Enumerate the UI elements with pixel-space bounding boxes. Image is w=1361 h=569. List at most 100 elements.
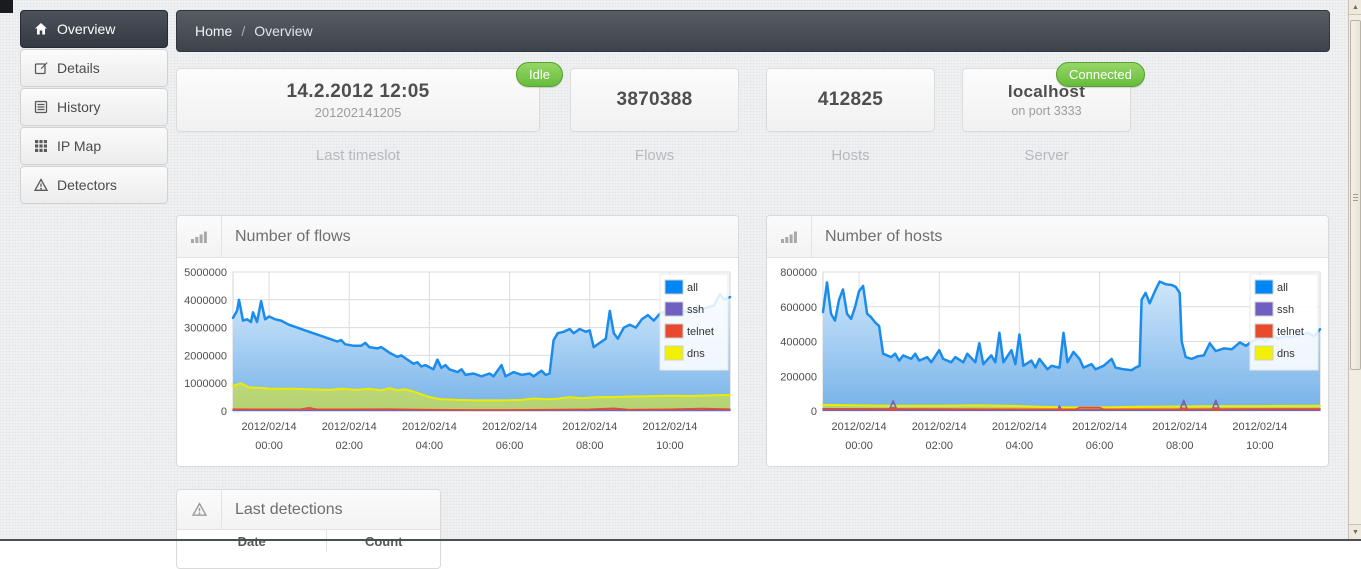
svg-text:0: 0 — [221, 406, 227, 418]
panel-title: Number of flows — [235, 227, 351, 245]
sidebar-item-details[interactable]: Details — [20, 49, 168, 87]
panel-header: Number of flows — [177, 216, 738, 258]
svg-text:all: all — [1277, 282, 1288, 294]
svg-text:400000: 400000 — [780, 337, 817, 349]
svg-text:2012/02/14: 2012/02/14 — [992, 421, 1047, 433]
svg-text:00:00: 00:00 — [845, 440, 873, 452]
sidebar-item-ip-map[interactable]: IP Map — [20, 127, 168, 165]
stat-label: Last timeslot — [315, 147, 401, 164]
sidebar-item-label: Details — [57, 60, 100, 76]
breadcrumb-home-link[interactable]: Home — [195, 23, 232, 39]
sidebar-item-label: Overview — [57, 21, 116, 37]
svg-text:1000000: 1000000 — [184, 378, 227, 390]
sidebar-item-overview[interactable]: Overview — [20, 10, 168, 48]
panel-header: Number of hosts — [767, 216, 1328, 258]
sidebar-item-label: IP Map — [57, 138, 102, 154]
scrollbar-grip — [1353, 193, 1358, 201]
home-icon — [35, 23, 47, 35]
svg-text:08:00: 08:00 — [1166, 440, 1194, 452]
sidebar-item-history[interactable]: History — [20, 88, 168, 126]
panel-title: Last detections — [235, 500, 343, 518]
svg-text:00:00: 00:00 — [255, 440, 283, 452]
chart-svg: 0 1000000 2000000 3000000 4000000 5000000 2012… — [184, 267, 732, 452]
chart-svg: 0 200000 400000 600000 800000 2012/02/14 00:00… — [780, 267, 1322, 452]
flows-chart: 0 1000000 2000000 3000000 4000000 5000000 2012… — [177, 258, 738, 466]
window-corner-artifact — [0, 0, 13, 13]
svg-text:2012/02/14: 2012/02/14 — [482, 421, 537, 433]
svg-text:2012/02/14: 2012/02/14 — [1072, 421, 1127, 433]
svg-text:ssh: ssh — [687, 304, 704, 316]
svg-text:2012/02/14: 2012/02/14 — [322, 421, 377, 433]
column-header-count: Count — [364, 534, 403, 549]
stat-label: Server — [1024, 147, 1069, 164]
sidebar-item-label: Detectors — [57, 177, 117, 193]
svg-text:04:00: 04:00 — [1006, 440, 1034, 452]
stat-value: 412825 — [817, 89, 884, 110]
svg-text:telnet: telnet — [1277, 326, 1304, 338]
hosts-chart-panel: Number of hosts 0 200000 400000 600000 80000… — [766, 215, 1329, 467]
scroll-up-button[interactable]: ▲ — [1349, 0, 1361, 15]
bar-chart-icon — [767, 216, 812, 257]
breadcrumb-current: Overview — [254, 23, 313, 39]
sidebar: Overview Details History IP Map Detector… — [20, 10, 168, 205]
svg-text:2012/02/14: 2012/02/14 — [1232, 421, 1287, 433]
svg-text:ssh: ssh — [1277, 304, 1294, 316]
svg-text:10:00: 10:00 — [1246, 440, 1274, 452]
hosts-chart: 0 200000 400000 600000 800000 2012/02/14 00:00… — [767, 258, 1328, 466]
svg-text:600000: 600000 — [780, 302, 817, 314]
svg-text:2012/02/14: 2012/02/14 — [912, 421, 967, 433]
stat-card-flows: 3870388 — [570, 68, 739, 132]
stat-value: 14.2.2012 12:05 — [286, 80, 430, 102]
panel-header: Last detections — [177, 490, 440, 530]
svg-text:dns: dns — [687, 348, 705, 360]
scroll-up-icon: ▲ — [1352, 3, 1359, 11]
vertical-scrollbar[interactable]: ▲ ▼ — [1348, 0, 1361, 539]
svg-text:5000000: 5000000 — [184, 267, 227, 279]
svg-text:2012/02/14: 2012/02/14 — [1152, 421, 1207, 433]
svg-text:06:00: 06:00 — [1086, 440, 1114, 452]
svg-text:800000: 800000 — [780, 267, 817, 279]
svg-text:200000: 200000 — [780, 371, 817, 383]
svg-text:all: all — [687, 282, 698, 294]
svg-text:10:00: 10:00 — [656, 440, 684, 452]
warning-icon — [34, 178, 48, 191]
sidebar-item-label: History — [57, 99, 101, 115]
status-badge-idle: Idle — [516, 62, 563, 87]
svg-text:2012/02/14: 2012/02/14 — [242, 421, 297, 433]
stat-card-last-timeslot: 14.2.2012 12:05 201202141205 — [176, 68, 540, 132]
svg-text:08:00: 08:00 — [576, 440, 604, 452]
svg-text:06:00: 06:00 — [496, 440, 524, 452]
scrollbar-thumb[interactable] — [1350, 20, 1361, 370]
svg-text:dns: dns — [1277, 348, 1295, 360]
stat-subvalue: 201202141205 — [314, 104, 402, 120]
panel-title: Number of hosts — [825, 227, 943, 245]
scroll-down-icon: ▼ — [1352, 528, 1359, 536]
scroll-down-button[interactable]: ▼ — [1349, 524, 1361, 539]
column-header-date: Date — [177, 530, 328, 552]
breadcrumb-separator: / — [241, 23, 246, 39]
svg-text:2012/02/14: 2012/02/14 — [402, 421, 457, 433]
svg-text:04:00: 04:00 — [416, 440, 444, 452]
sidebar-item-detectors[interactable]: Detectors — [20, 166, 168, 204]
dashboard-page: Overview Details History IP Map Detector… — [0, 0, 1361, 569]
svg-text:2000000: 2000000 — [184, 350, 227, 362]
breadcrumb: Home / Overview — [176, 10, 1330, 52]
flows-chart-panel: Number of flows 0 1000000 2000000 3000000 40… — [176, 215, 739, 467]
detections-table-header: Date Count — [177, 530, 440, 552]
svg-text:2012/02/14: 2012/02/14 — [832, 421, 887, 433]
last-detections-panel: Last detections Date Count — [176, 489, 441, 569]
stat-card-hosts: 412825 — [766, 68, 935, 132]
stat-label: Flows — [634, 147, 675, 164]
svg-text:3000000: 3000000 — [184, 323, 227, 335]
stat-value: 3870388 — [616, 89, 693, 110]
svg-text:02:00: 02:00 — [335, 440, 363, 452]
svg-text:2012/02/14: 2012/02/14 — [562, 421, 617, 433]
grid-icon — [35, 140, 47, 152]
warning-icon — [177, 490, 222, 529]
svg-text:4000000: 4000000 — [184, 295, 227, 307]
svg-text:2012/02/14: 2012/02/14 — [642, 421, 697, 433]
bar-chart-icon — [177, 216, 222, 257]
svg-text:02:00: 02:00 — [925, 440, 953, 452]
svg-text:0: 0 — [811, 406, 817, 418]
stat-label: Hosts — [831, 147, 870, 164]
